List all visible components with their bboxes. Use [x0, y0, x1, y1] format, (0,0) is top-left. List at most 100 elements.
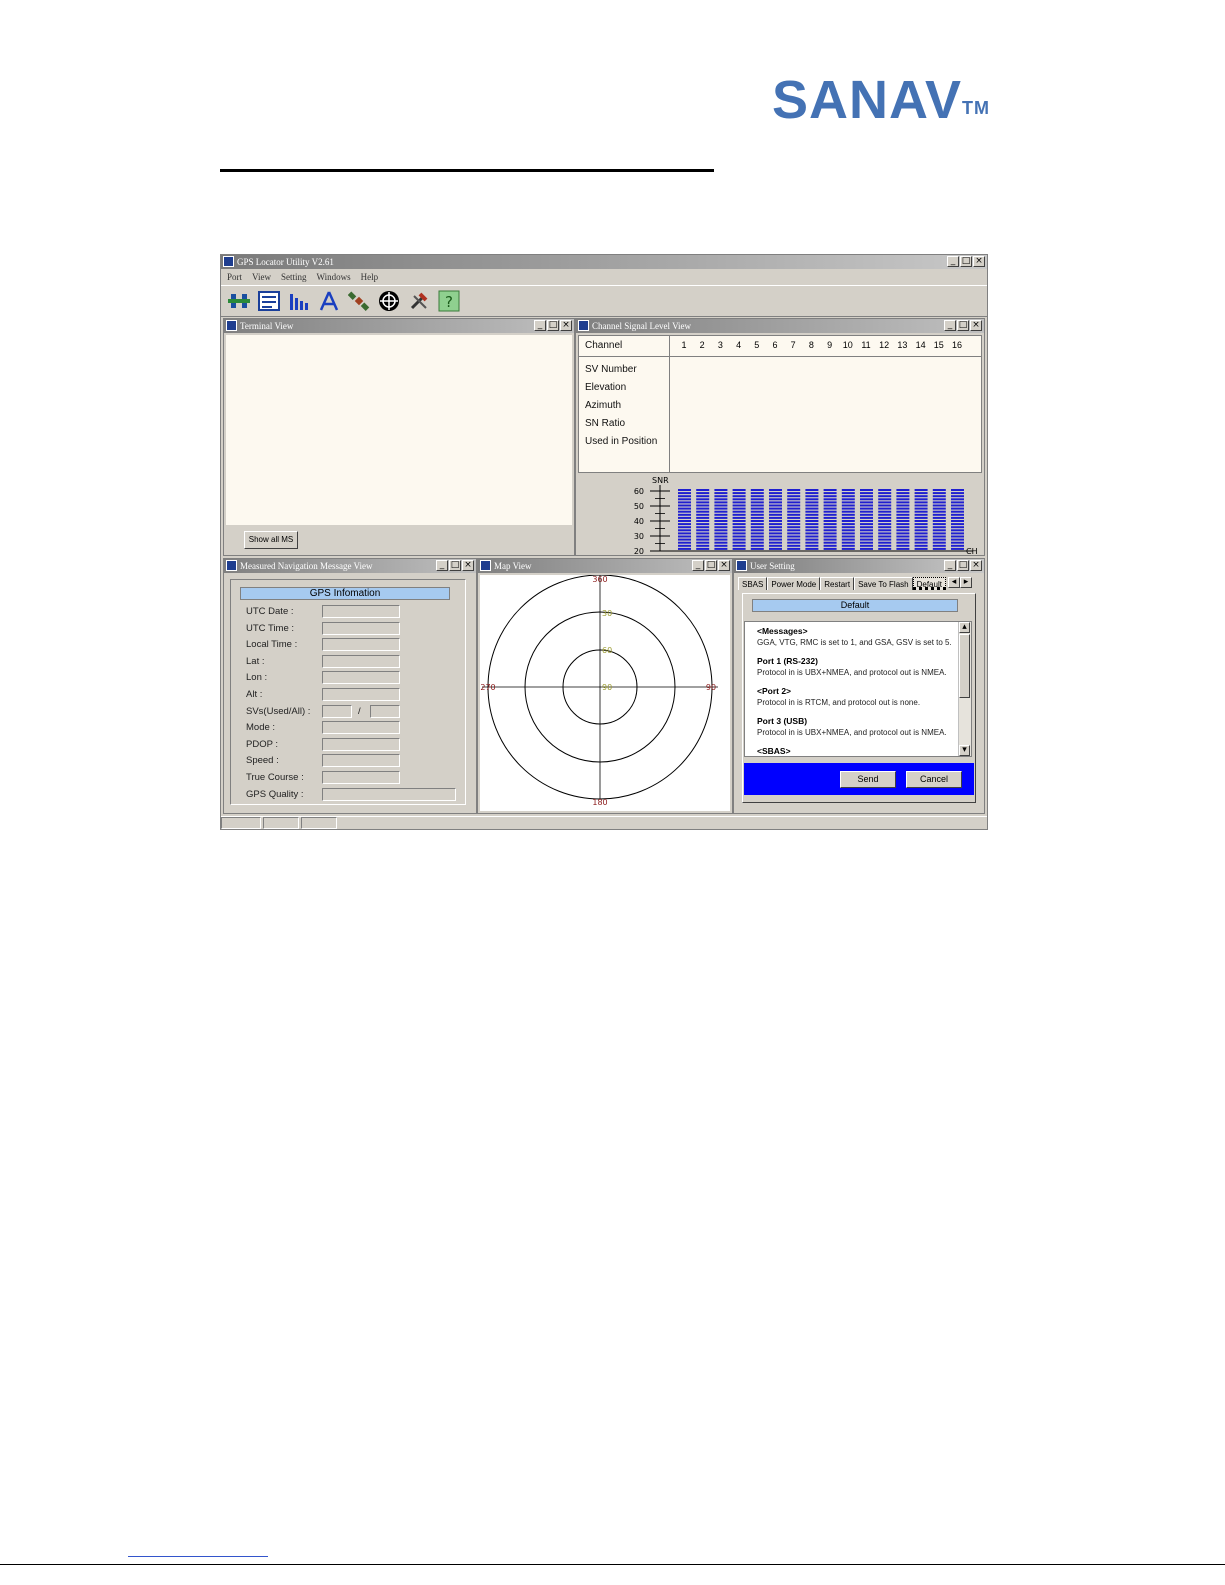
target-icon[interactable]	[377, 289, 401, 313]
snr-bar-channel-14	[914, 489, 928, 550]
cancel-button[interactable]: Cancel	[906, 771, 962, 788]
signal-icon[interactable]	[287, 289, 311, 313]
channel-number: 4	[736, 340, 742, 350]
gps-field-value	[322, 671, 400, 685]
show-all-ms-button[interactable]: Show all MS	[244, 531, 298, 549]
tab-scroll-right-icon[interactable]: ▸	[959, 577, 972, 588]
channel-number: 5	[754, 340, 760, 350]
settings-tabs: SBAS Power Mode Restart Save To Flash De…	[738, 577, 982, 591]
terminal-title: Terminal View	[240, 321, 294, 331]
minimize-icon[interactable]: _	[947, 256, 959, 267]
row-elevation: Elevation	[585, 382, 627, 393]
snr-bar-channel-11	[860, 489, 873, 550]
menu-port[interactable]: Port	[227, 269, 242, 285]
snr-bar-channel-9	[823, 489, 837, 550]
tab-scroll-left-icon[interactable]: ◂	[947, 577, 960, 588]
terminal-output[interactable]	[226, 335, 572, 525]
default-description[interactable]: <Messages> GGA, VTG, RMC is set to 1, an…	[744, 621, 972, 757]
close-icon[interactable]: ×	[560, 320, 572, 331]
scroll-down-icon[interactable]: ▾	[959, 745, 970, 756]
channel-table: Channel 1 2 3 4 5 6 7 8 9 10 11 12 13 14 15 16 SV Numbe…	[578, 335, 982, 473]
footer-rule	[0, 1564, 1225, 1565]
channel-number: 16	[951, 340, 962, 350]
minimize-icon[interactable]: _	[944, 560, 956, 571]
maximize-icon[interactable]: □	[449, 560, 461, 571]
satellite-icon[interactable]	[347, 289, 371, 313]
close-icon[interactable]: ×	[970, 560, 982, 571]
channel-titlebar[interactable]: Channel Signal Level View _ □ ×	[576, 319, 984, 333]
scroll-up-icon[interactable]: ▴	[959, 622, 970, 633]
maximize-icon[interactable]: □	[705, 560, 717, 571]
snr-tick-label: 60	[634, 487, 644, 496]
snr-bar-channel-6	[769, 489, 782, 550]
gps-field-label: GPS Quality :	[246, 788, 304, 800]
gps-field-value	[322, 605, 400, 618]
minimize-icon[interactable]: _	[534, 320, 546, 331]
help-icon[interactable]: ?	[437, 289, 461, 313]
maximize-icon[interactable]: □	[960, 256, 972, 267]
gps-field-value	[322, 771, 400, 784]
label-south: 180	[592, 798, 607, 807]
sky-plot[interactable]: 360 180 270 90 30 60 90	[480, 574, 730, 811]
terminal-titlebar[interactable]: Terminal View _ □ ×	[224, 319, 574, 333]
close-icon[interactable]: ×	[973, 256, 985, 267]
channel-signal-window: Channel Signal Level View _ □ × Channel …	[575, 318, 985, 556]
tab-default[interactable]: Default	[912, 577, 946, 590]
channel-number: 10	[842, 340, 853, 350]
maximize-icon[interactable]: □	[957, 320, 969, 331]
gps-field-label: Mode :	[246, 722, 276, 734]
msg-text-messages: GGA, VTG, RMC is set to 1, and GSA, GSV …	[757, 638, 952, 647]
terminal-window-icon	[226, 320, 237, 331]
snr-bar-channel-5	[750, 489, 764, 550]
maximize-icon[interactable]: □	[547, 320, 559, 331]
tab-power-mode[interactable]: Power Mode	[767, 577, 821, 590]
tab-save-to-flash[interactable]: Save To Flash	[854, 577, 913, 590]
scroll-thumb[interactable]	[959, 634, 970, 698]
compass-icon[interactable]	[317, 289, 341, 313]
msg-head-port3: Port 3 (USB)	[757, 716, 808, 726]
gps-field-label: Lat :	[246, 655, 265, 667]
maximize-icon[interactable]: □	[957, 560, 969, 571]
terminal-view-window: Terminal View _ □ × Show all MS	[223, 318, 575, 556]
menu-windows[interactable]: Windows	[317, 269, 351, 285]
ch-label: CH	[966, 547, 978, 555]
terminal-icon[interactable]	[257, 289, 281, 313]
tab-sbas[interactable]: SBAS	[738, 577, 768, 590]
menu-view[interactable]: View	[252, 269, 271, 285]
map-titlebar[interactable]: Map View _ □ ×	[478, 559, 732, 573]
msg-head-messages: <Messages>	[757, 626, 808, 636]
snr-bar-channel-7	[787, 489, 801, 550]
measured-titlebar[interactable]: Measured Navigation Message View _ □ ×	[224, 559, 476, 573]
menu-help[interactable]: Help	[361, 269, 379, 285]
snr-bar-channel-15	[932, 489, 946, 550]
snr-bar-channel-2	[696, 489, 710, 550]
gps-field-label: SVs(Used/All) :	[246, 705, 311, 717]
tools-icon[interactable]	[407, 289, 431, 313]
send-button[interactable]: Send	[840, 771, 896, 788]
close-icon[interactable]: ×	[462, 560, 474, 571]
measured-title: Measured Navigation Message View	[240, 561, 373, 571]
minimize-icon[interactable]: _	[436, 560, 448, 571]
document-rule	[220, 169, 714, 172]
minimize-icon[interactable]: _	[944, 320, 956, 331]
minimize-icon[interactable]: _	[692, 560, 704, 571]
menu-setting[interactable]: Setting	[281, 269, 307, 285]
close-icon[interactable]: ×	[970, 320, 982, 331]
label-ring-30: 30	[602, 609, 612, 618]
snr-bar-channel-1	[678, 489, 691, 550]
status-pane-1	[221, 817, 261, 829]
app-window: GPS Locator Utility V2.61 _ □ × Port Vie…	[220, 254, 988, 830]
snr-bar-channel-13	[896, 489, 910, 550]
svg-text:?: ?	[445, 293, 453, 311]
description-scrollbar[interactable]: ▴ ▾	[958, 622, 971, 756]
map-window-icon	[480, 560, 491, 571]
close-icon[interactable]: ×	[718, 560, 730, 571]
user-setting-titlebar[interactable]: User Setting _ □ ×	[734, 559, 984, 573]
gps-field-value	[322, 621, 400, 635]
tab-restart[interactable]: Restart	[820, 577, 855, 590]
connect-icon[interactable]	[227, 289, 251, 313]
snr-bar-channel-16	[951, 489, 964, 550]
dialog-button-bar: Send Cancel	[744, 763, 974, 795]
app-title: GPS Locator Utility V2.61	[237, 257, 334, 267]
app-titlebar[interactable]: GPS Locator Utility V2.61 _ □ ×	[221, 255, 987, 269]
